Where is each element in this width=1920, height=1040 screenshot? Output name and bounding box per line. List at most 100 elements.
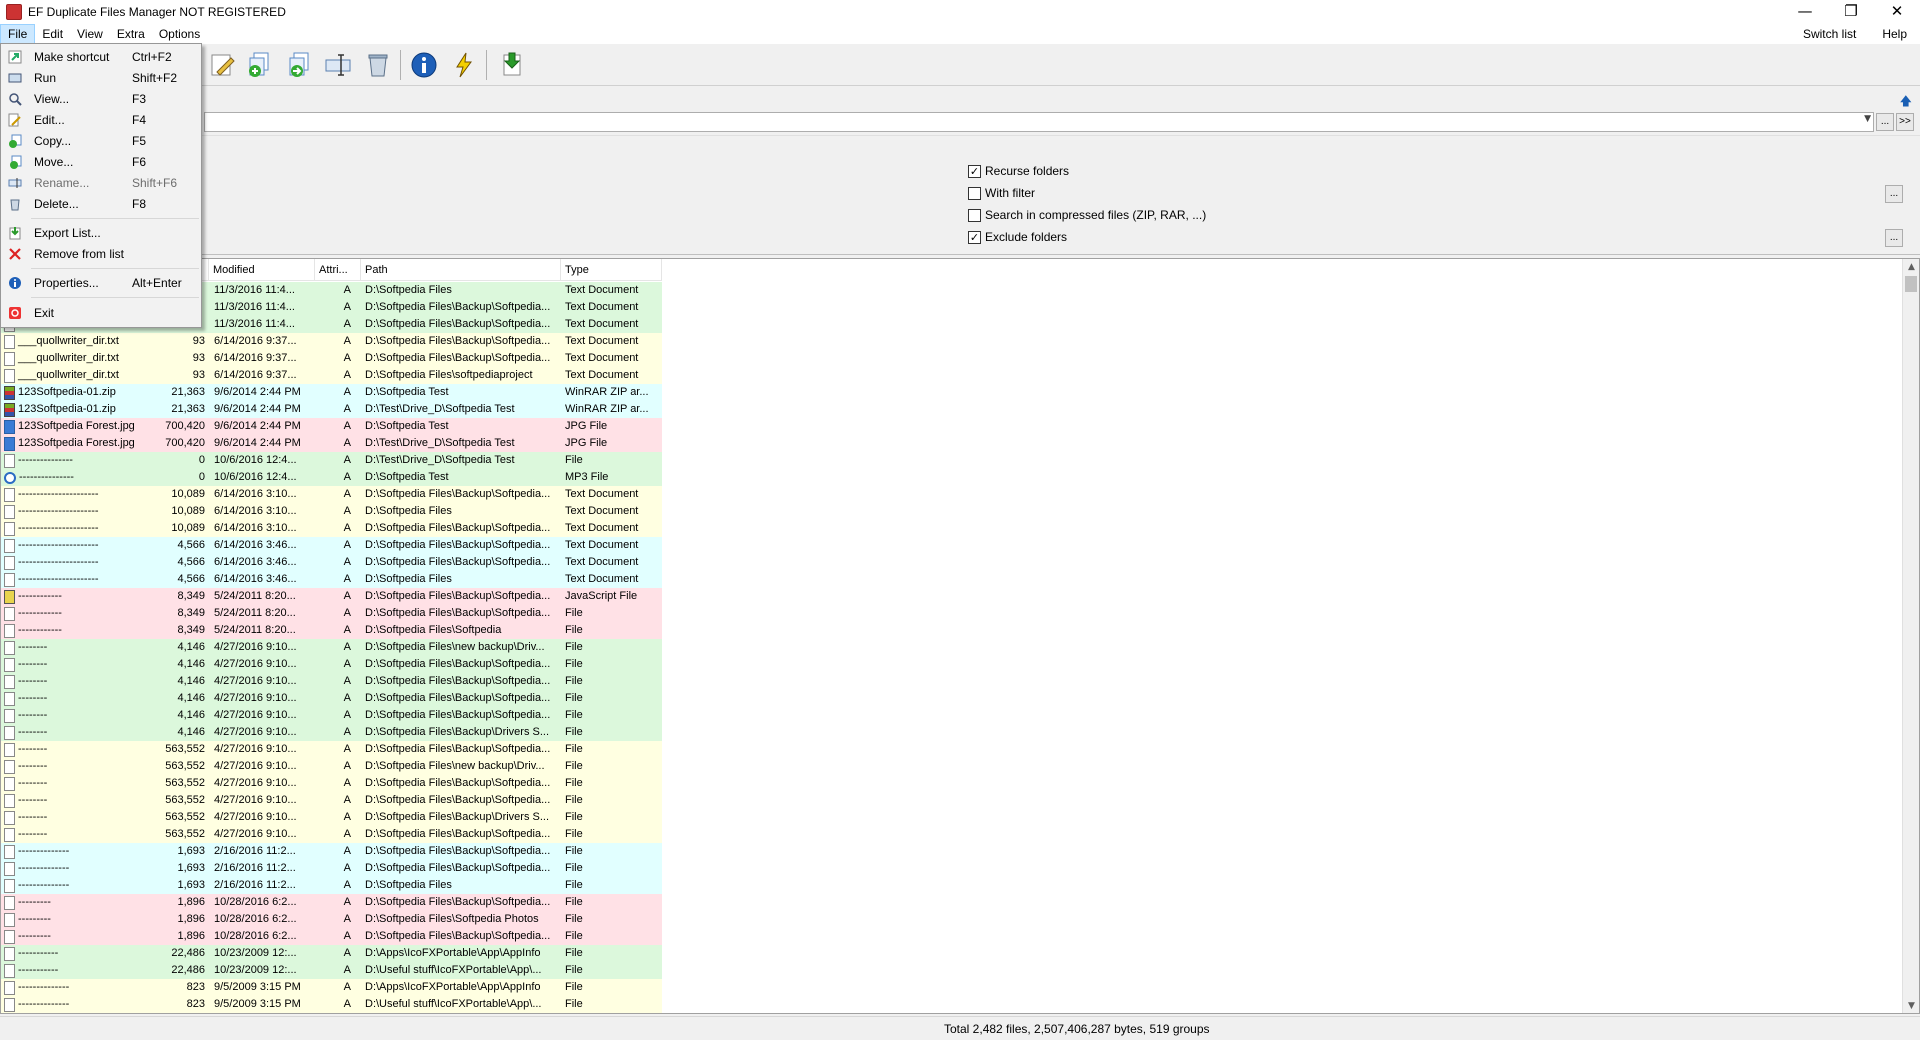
scrollbar-thumb[interactable]	[1905, 276, 1917, 292]
table-row[interactable]: -------------- 1,693 2/16/2016 11:2... A D:\…	[1, 843, 662, 860]
delete-tool-button[interactable]	[362, 49, 394, 81]
table-row[interactable]: --------------- 0 10/6/2016 12:4... A D:\Tes…	[1, 452, 662, 469]
vertical-scrollbar[interactable]: ▲ ▼	[1902, 259, 1919, 1013]
file-name-cell-text: ---------------	[18, 454, 73, 466]
table-row[interactable]: -------------- 823 9/5/2009 3:15 PM A D:\Use…	[1, 996, 662, 1013]
column-path[interactable]: Path	[361, 259, 561, 281]
file-modified-cell: 4/27/2016 9:10...	[209, 758, 315, 775]
table-row[interactable]: ---------------------- 10,089 6/14/2016 3:…	[1, 520, 662, 537]
menu-exit[interactable]: Exit	[3, 302, 199, 323]
properties-tool-button[interactable]	[408, 49, 440, 81]
menu-properties[interactable]: Properties... Alt+Enter	[3, 272, 199, 293]
table-row[interactable]: --------------- 0 10/6/2016 12:4... A D:\Sof…	[1, 469, 662, 486]
menu-edit-file[interactable]: Edit... F4	[3, 109, 199, 130]
scroll-down-icon[interactable]: ▼	[1903, 998, 1919, 1013]
file-name-cell-text: 123Softpedia-01.zip	[18, 403, 116, 415]
menu-help[interactable]: Help	[1869, 24, 1920, 44]
menu-view-file[interactable]: View... F3	[3, 88, 199, 109]
file-name-cell-text: ----------------------	[18, 573, 99, 585]
table-row[interactable]: ___quollwriter_dir.txt 93 6/14/2016 9:37..…	[1, 350, 662, 367]
table-row[interactable]: -------------- 1,693 2/16/2016 11:2... A D:\…	[1, 877, 662, 894]
table-row[interactable]: ------------ 8,349 5/24/2011 8:20... A D:\So…	[1, 605, 662, 622]
file-modified-cell-text: 2/16/2016 11:2...	[214, 879, 296, 891]
table-row[interactable]: ___quollwriter_dir.txt 93 6/14/2016 9:37..…	[1, 333, 662, 350]
table-row[interactable]: --------- 1,896 10/28/2016 6:2... A D:\Softp…	[1, 911, 662, 928]
scroll-up-icon[interactable]: ▲	[1903, 259, 1919, 276]
table-row[interactable]: ------------ 8,349 5/24/2011 8:20... A D:\So…	[1, 622, 662, 639]
filter-settings-button[interactable]: ...	[1885, 185, 1903, 203]
table-row[interactable]: -------- 4,146 4/27/2016 9:10... A D:\Softpe…	[1, 673, 662, 690]
menu-remove-from-list[interactable]: Remove from list	[3, 243, 199, 264]
copy-tool-button[interactable]	[244, 49, 276, 81]
column-type[interactable]: Type	[561, 259, 662, 281]
menu-file[interactable]: File	[0, 24, 36, 44]
search-compressed-checkbox[interactable]: Search in compressed files (ZIP, RAR, ..…	[968, 206, 1206, 224]
table-row[interactable]: --------- 1,896 10/28/2016 6:2... A D:\Softp…	[1, 894, 662, 911]
table-row[interactable]: ----------- 22,486 10/23/2009 12:... A D:\Us…	[1, 962, 662, 979]
close-button[interactable]: ✕	[1874, 0, 1920, 24]
table-row[interactable]: -------- 563,552 4/27/2016 9:10... A D:\Soft…	[1, 758, 662, 775]
table-row[interactable]: 123Softpedia-01.zip 21,363 9/6/2014 2:44 P…	[1, 401, 662, 418]
table-row[interactable]: ---------------------- 4,566 6/14/2016 3:4…	[1, 537, 662, 554]
file-modified-cell: 10/23/2009 12:...	[209, 962, 315, 979]
table-row[interactable]: -------- 563,552 4/27/2016 9:10... A D:\Soft…	[1, 826, 662, 843]
table-row[interactable]: -------- 4,146 4/27/2016 9:10... A D:\Softpe…	[1, 707, 662, 724]
move-tool-button[interactable]	[284, 49, 316, 81]
run-tool-button[interactable]	[448, 49, 480, 81]
menu-extra[interactable]: Extra	[110, 24, 152, 44]
table-row[interactable]: ------------ 8,349 5/24/2011 8:20... A D:\So…	[1, 588, 662, 605]
file-type-cell: MP3 File	[561, 469, 662, 486]
table-row[interactable]: -------- 563,552 4/27/2016 9:10... A D:\Soft…	[1, 741, 662, 758]
menu-view[interactable]: View	[70, 24, 110, 44]
exclude-settings-button[interactable]: ...	[1885, 229, 1903, 247]
table-row[interactable]: -------- 4,146 4/27/2016 9:10... A D:\Softpe…	[1, 656, 662, 673]
menu-rename[interactable]: Rename... Shift+F6	[3, 172, 199, 193]
table-row[interactable]: ---------------------- 4,566 6/14/2016 3:4…	[1, 571, 662, 588]
menu-options[interactable]: Options	[152, 24, 207, 44]
browse-button[interactable]: ...	[1876, 113, 1894, 131]
column-modified[interactable]: Modified	[209, 259, 315, 281]
duplicates-list[interactable]: Modified Attri... Path Type 11/3/2016 11…	[0, 258, 1920, 1014]
menu-export-list[interactable]: Export List...	[3, 222, 199, 243]
table-row[interactable]: -------------- 823 9/5/2009 3:15 PM A D:\App…	[1, 979, 662, 996]
table-row[interactable]: -------- 4,146 4/27/2016 9:10... A D:\Softpe…	[1, 690, 662, 707]
minimize-button[interactable]: —	[1782, 0, 1828, 24]
table-row[interactable]: -------------- 1,693 2/16/2016 11:2... A D:\…	[1, 860, 662, 877]
table-row[interactable]: ___quollwriter_dir.txt 93 6/14/2016 9:37..…	[1, 367, 662, 384]
table-row[interactable]: 123Softpedia-01.zip 21,363 9/6/2014 2:44 P…	[1, 384, 662, 401]
file-name-cell: --------	[1, 741, 153, 758]
column-attributes[interactable]: Attri...	[315, 259, 361, 281]
table-row[interactable]: 123Softpedia Forest.jpg 700,420 9/6/2014 2…	[1, 435, 662, 452]
recurse-folders-checkbox[interactable]: ✓ Recurse folders	[968, 162, 1069, 180]
menu-delete[interactable]: Delete... F8	[3, 193, 199, 214]
menu-edit[interactable]: Edit	[35, 24, 70, 44]
table-row[interactable]: --------- 1,896 10/28/2016 6:2... A D:\Softp…	[1, 928, 662, 945]
table-row[interactable]: -------- 563,552 4/27/2016 9:10... A D:\Soft…	[1, 775, 662, 792]
table-row[interactable]: ---------------------- 4,566 6/14/2016 3:4…	[1, 554, 662, 571]
menu-move[interactable]: Move... F6	[3, 151, 199, 172]
menu-copy[interactable]: Copy... F5	[3, 130, 199, 151]
table-row[interactable]: 123Softpedia Forest.jpg 700,420 9/6/2014 2…	[1, 418, 662, 435]
rename-tool-button[interactable]	[322, 49, 354, 81]
table-row[interactable]: -------- 4,146 4/27/2016 9:10... A D:\Softpe…	[1, 724, 662, 741]
chevron-down-icon[interactable]: ▼	[1864, 114, 1871, 124]
table-row[interactable]: ---------------------- 10,089 6/14/2016 3:…	[1, 503, 662, 520]
menu-make-shortcut[interactable]: Make shortcut Ctrl+F2	[3, 46, 199, 67]
edit-tool-button[interactable]	[206, 49, 238, 81]
export-tool-button[interactable]	[496, 49, 528, 81]
file-size-cell: 4,146	[153, 673, 209, 690]
table-row[interactable]: -------- 4,146 4/27/2016 9:10... A D:\Softpe…	[1, 639, 662, 656]
path-combo[interactable]: ▼	[204, 112, 1874, 132]
file-type-cell: File	[561, 826, 662, 843]
maximize-button[interactable]: ❐	[1828, 0, 1874, 24]
table-row[interactable]: ---------------------- 10,089 6/14/2016 3:…	[1, 486, 662, 503]
table-row[interactable]: -------- 563,552 4/27/2016 9:10... A D:\Soft…	[1, 809, 662, 826]
add-path-button[interactable]: >>	[1896, 113, 1914, 131]
table-row[interactable]: ----------- 22,486 10/23/2009 12:... A D:\Ap…	[1, 945, 662, 962]
menu-run[interactable]: Run Shift+F2	[3, 67, 199, 88]
collapse-arrow-icon[interactable]: 🡅	[1900, 92, 1912, 113]
with-filter-checkbox[interactable]: With filter	[968, 184, 1035, 202]
menu-switch-list[interactable]: Switch list	[1790, 24, 1869, 44]
exclude-folders-checkbox[interactable]: ✓ Exclude folders	[968, 228, 1067, 246]
table-row[interactable]: -------- 563,552 4/27/2016 9:10... A D:\Soft…	[1, 792, 662, 809]
